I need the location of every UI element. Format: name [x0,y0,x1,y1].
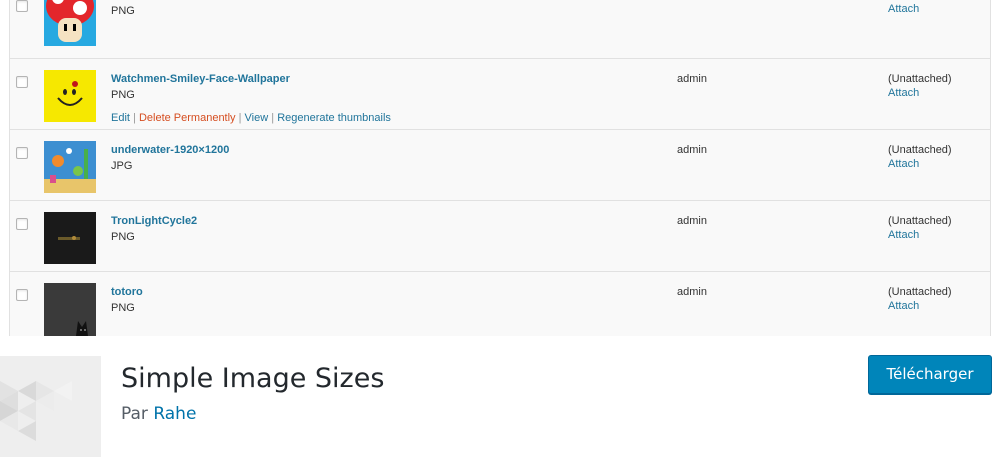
mushroom-icon [44,0,96,46]
attached-status: (Unattached) [888,144,952,156]
delete-permanently-link[interactable]: Delete Permanently [139,112,236,124]
attach-link[interactable]: Attach [888,158,919,170]
attached-status: (Unattached) [888,215,952,227]
author-link[interactable]: Rahe [153,404,196,424]
table-row: totoro PNG admin (Unattached) Attach [10,272,990,336]
table-row: TronLightCycle2 PNG admin (Unattached) A… [10,201,990,272]
tron-thumbnail[interactable] [44,212,96,264]
separator: | [235,112,245,124]
table-row: underwater-1920×1200 JPG admin (Unattach… [10,130,990,201]
by-label: Par [121,404,148,424]
underwater-thumbnail[interactable] [44,141,96,193]
row-checkbox[interactable] [16,218,28,230]
row-checkbox[interactable] [16,0,28,12]
separator: | [129,112,139,124]
geometric-pattern-icon [0,356,101,457]
file-type: PNG [111,89,135,101]
file-type: PNG [111,302,135,314]
dark-lightcycle-image [44,212,96,264]
attach-link[interactable]: Attach [888,300,919,312]
media-library-screenshot: PNG Attach Watchmen-Smiley-Face-Wallpape… [0,0,1000,336]
mushroom-thumbnail[interactable] [44,0,96,46]
author[interactable]: admin [677,215,707,227]
plugin-icon[interactable] [0,356,101,457]
file-type: PNG [111,5,135,17]
view-link[interactable]: View [245,112,269,124]
media-title[interactable]: totoro [111,286,143,298]
file-type: PNG [111,231,135,243]
row-checkbox[interactable] [16,147,28,159]
media-title[interactable]: TronLightCycle2 [111,215,197,227]
plugin-author-line: Par Rahe [121,404,196,424]
edit-link[interactable]: Edit [111,112,130,124]
file-type: JPG [111,160,133,172]
author[interactable]: admin [677,286,707,298]
row-actions: Edit | Delete Permanently | View | Regen… [111,112,391,124]
table-row: PNG Attach [10,0,990,59]
media-title[interactable]: Watchmen-Smiley-Face-Wallpaper [111,73,290,85]
underwater-image [44,141,96,193]
attach-link[interactable]: Attach [888,3,919,15]
plugin-card: Simple Image Sizes Par Rahe Télécharger [0,336,1000,459]
totoro-thumbnail[interactable] [44,283,96,336]
smiley-thumbnail[interactable] [44,70,96,122]
plugin-title[interactable]: Simple Image Sizes [121,363,384,394]
attached-status: (Unattached) [888,286,952,298]
separator: | [268,112,278,124]
regenerate-thumbnails-link[interactable]: Regenerate thumbnails [277,112,391,124]
attach-link[interactable]: Attach [888,87,919,99]
download-button[interactable]: Télécharger [868,355,992,394]
media-title[interactable]: underwater-1920×1200 [111,144,229,156]
media-list-table: PNG Attach Watchmen-Smiley-Face-Wallpape… [9,0,991,336]
table-row: Watchmen-Smiley-Face-Wallpaper PNG Edit … [10,59,990,130]
smiley-face-icon [44,70,96,122]
author[interactable]: admin [677,144,707,156]
attach-link[interactable]: Attach [888,229,919,241]
totoro-image [44,283,96,336]
author[interactable]: admin [677,73,707,85]
attached-status: (Unattached) [888,73,952,85]
row-checkbox[interactable] [16,289,28,301]
row-checkbox[interactable] [16,76,28,88]
